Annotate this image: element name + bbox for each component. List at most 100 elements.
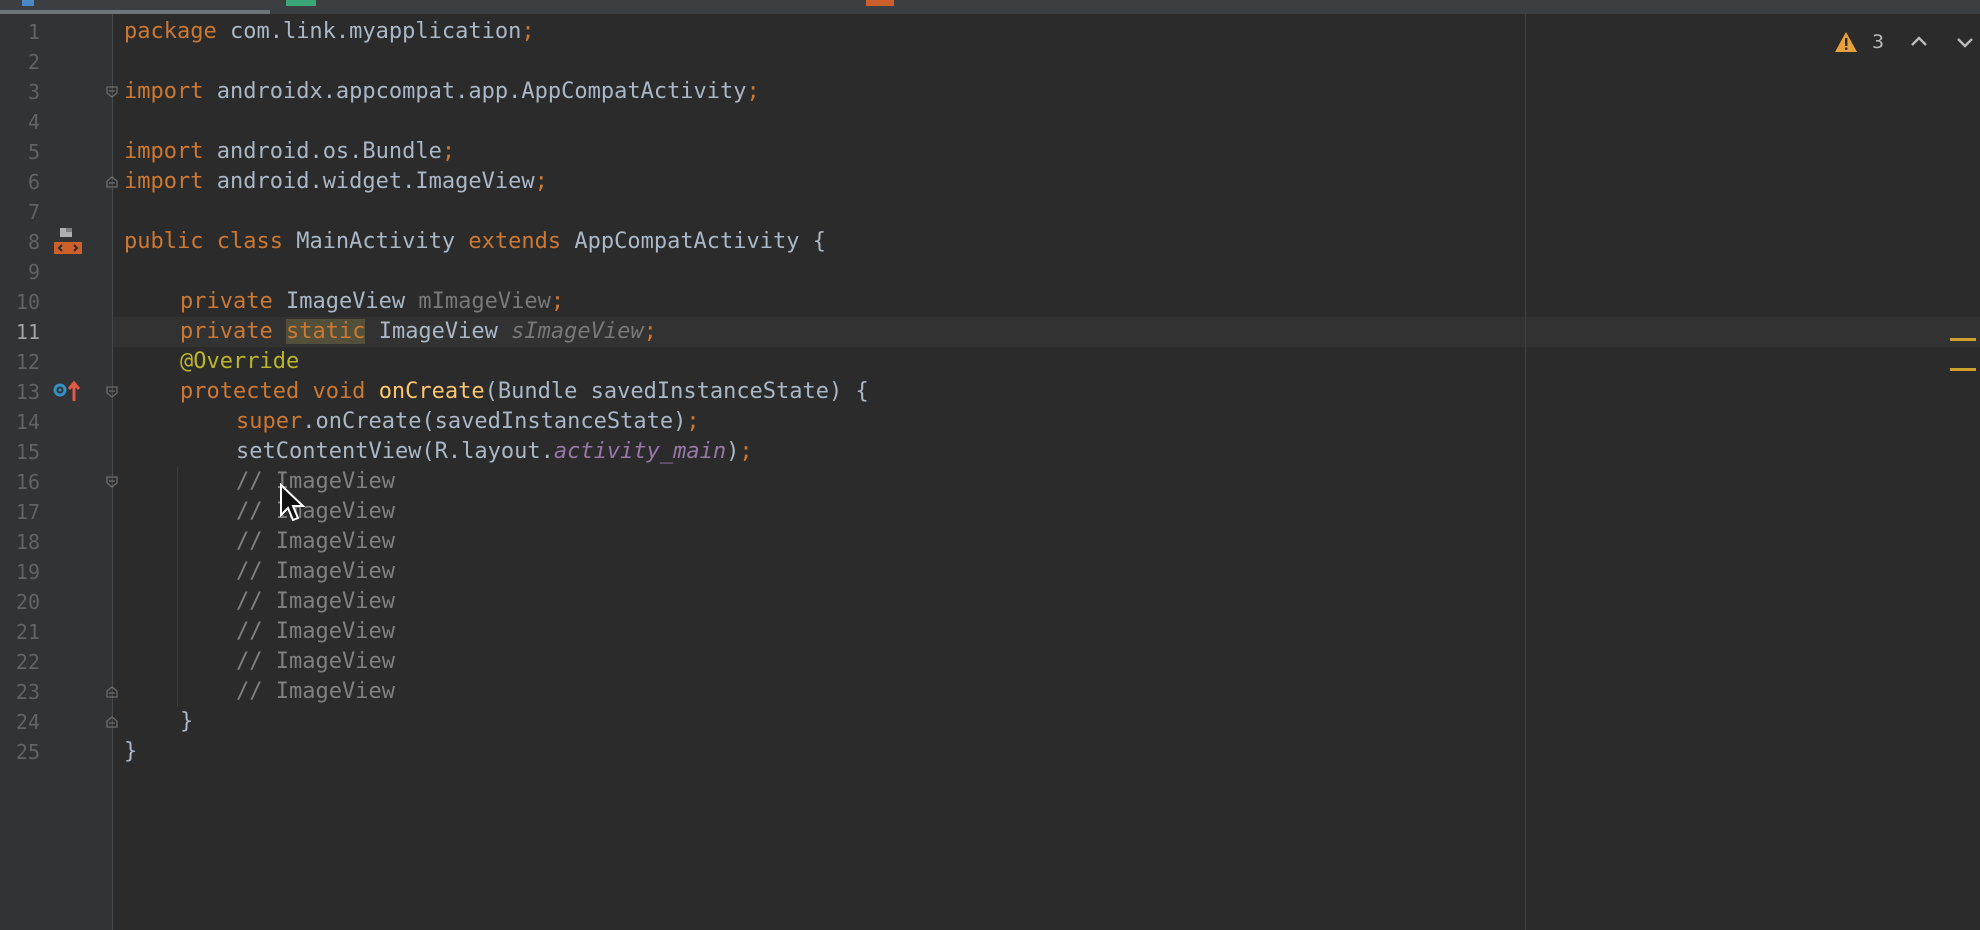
layout-file-tab-icon: [286, 0, 316, 6]
code-comment[interactable]: // ImageView: [236, 587, 395, 617]
semicolon: ;: [550, 289, 565, 314]
fold-end-icon[interactable]: [106, 686, 118, 698]
code-comment[interactable]: // ImageView: [236, 647, 395, 677]
line-number[interactable]: 7: [0, 197, 40, 227]
keyword: private: [180, 289, 273, 314]
code-comment[interactable]: // ImageView: [236, 557, 395, 587]
code-comment[interactable]: // ImageView: [236, 497, 395, 527]
override-method-icon[interactable]: [52, 379, 82, 405]
inspection-widget[interactable]: 3: [1834, 28, 1980, 56]
code-line[interactable]: @Override: [180, 347, 299, 377]
xml-file-tab-icon: [866, 0, 894, 6]
line-number[interactable]: 14: [0, 407, 40, 437]
line-number[interactable]: 13: [0, 377, 40, 407]
code-comment[interactable]: // ImageView: [236, 677, 395, 707]
warning-stripe-mark[interactable]: [1950, 368, 1976, 371]
line-number[interactable]: 2: [0, 47, 40, 77]
keyword-highlighted: static: [285, 319, 366, 344]
paren: ): [726, 439, 740, 464]
line-number[interactable]: 25: [0, 737, 40, 767]
method-call: .onCreate(savedInstanceState): [302, 409, 687, 434]
code-comment[interactable]: // ImageView: [236, 527, 395, 557]
indent-guide: [177, 467, 178, 707]
code-line[interactable]: import androidx.appcompat.app.AppCompatA…: [124, 77, 760, 107]
line-number-current[interactable]: 11: [0, 317, 40, 347]
code-line[interactable]: private ImageView mImageView;: [180, 287, 564, 317]
fold-collapse-icon[interactable]: [106, 386, 118, 398]
fold-collapse-icon[interactable]: [106, 86, 118, 98]
gutter-divider: [112, 14, 113, 930]
line-number[interactable]: 3: [0, 77, 40, 107]
code-line[interactable]: setContentView(R.layout.activity_main);: [236, 437, 753, 467]
code-line[interactable]: protected void onCreate(Bundle savedInst…: [180, 377, 869, 407]
class-layout-icon[interactable]: [52, 226, 84, 258]
line-number[interactable]: 18: [0, 527, 40, 557]
fold-end-icon[interactable]: [106, 176, 118, 188]
code-comment[interactable]: // ImageView: [236, 617, 395, 647]
line-number[interactable]: 24: [0, 707, 40, 737]
keyword: import: [124, 139, 204, 164]
semicolon: ;: [686, 409, 700, 434]
method-params: (Bundle savedInstanceState) {: [484, 379, 869, 404]
field-name: mImageView: [418, 289, 551, 314]
code-comment[interactable]: // ImageView: [236, 467, 395, 497]
chevron-up-icon[interactable]: [1908, 31, 1930, 53]
code-line[interactable]: package com.link.myapplication;: [124, 17, 535, 47]
fold-end-icon[interactable]: [106, 716, 118, 728]
mouse-pointer-icon: [280, 483, 306, 522]
method-call: setContentView(R.layout.: [236, 439, 554, 464]
keyword: private: [180, 319, 273, 344]
package-name: com.link.myapplication: [216, 19, 522, 44]
type-name: ImageView: [365, 319, 512, 344]
keyword: protected void: [180, 379, 366, 404]
keyword: extends: [468, 229, 562, 254]
class-name: MainActivity: [282, 229, 469, 254]
import-path: androidx.appcompat.app.AppCompatActivity: [203, 79, 747, 104]
semicolon: ;: [643, 319, 657, 344]
line-number[interactable]: 22: [0, 647, 40, 677]
warning-triangle-icon: [1835, 32, 1857, 52]
closing-brace[interactable]: }: [124, 737, 137, 767]
semicolon: ;: [441, 139, 456, 164]
line-number[interactable]: 16: [0, 467, 40, 497]
line-number[interactable]: 17: [0, 497, 40, 527]
semicolon: ;: [739, 439, 753, 464]
closing-brace[interactable]: }: [180, 707, 193, 737]
warning-count: 3: [1872, 31, 1885, 53]
import-path: android.widget.ImageView: [203, 169, 535, 194]
line-number[interactable]: 10: [0, 287, 40, 317]
semicolon: ;: [746, 79, 760, 104]
line-number[interactable]: 9: [0, 257, 40, 287]
code-line[interactable]: public class MainActivity extends AppCom…: [124, 227, 826, 257]
java-file-tab-icon: [22, 0, 34, 6]
line-number[interactable]: 6: [0, 167, 40, 197]
keyword: super: [236, 409, 303, 434]
code-line[interactable]: import android.widget.ImageView;: [124, 167, 548, 197]
annotation: @Override: [180, 349, 300, 374]
warning-stripe-mark[interactable]: [1950, 338, 1976, 341]
semicolon: ;: [534, 169, 548, 194]
code-line-current[interactable]: private static ImageView sImageView;: [180, 317, 657, 347]
static-field-name: sImageView: [511, 319, 644, 344]
line-number[interactable]: 1: [0, 17, 40, 47]
line-number[interactable]: 12: [0, 347, 40, 377]
code-line[interactable]: import android.os.Bundle;: [124, 137, 455, 167]
right-margin-guide: [1525, 14, 1526, 930]
keyword: package: [124, 19, 217, 44]
keyword: import: [124, 169, 204, 194]
line-number[interactable]: 19: [0, 557, 40, 587]
import-path: android.os.Bundle: [203, 139, 442, 164]
line-number[interactable]: 5: [0, 137, 40, 167]
line-number[interactable]: 15: [0, 437, 40, 467]
line-number[interactable]: 4: [0, 107, 40, 137]
line-number[interactable]: 23: [0, 677, 40, 707]
code-line[interactable]: super.onCreate(savedInstanceState);: [236, 407, 700, 437]
chevron-down-icon[interactable]: [1954, 31, 1976, 53]
editor-tab-strip[interactable]: [0, 0, 1980, 14]
fold-collapse-icon[interactable]: [106, 476, 118, 488]
keyword: import: [124, 79, 204, 104]
line-number[interactable]: 21: [0, 617, 40, 647]
line-number[interactable]: 20: [0, 587, 40, 617]
line-number[interactable]: 8: [0, 227, 40, 257]
resource-constant: activity_main: [553, 439, 727, 464]
